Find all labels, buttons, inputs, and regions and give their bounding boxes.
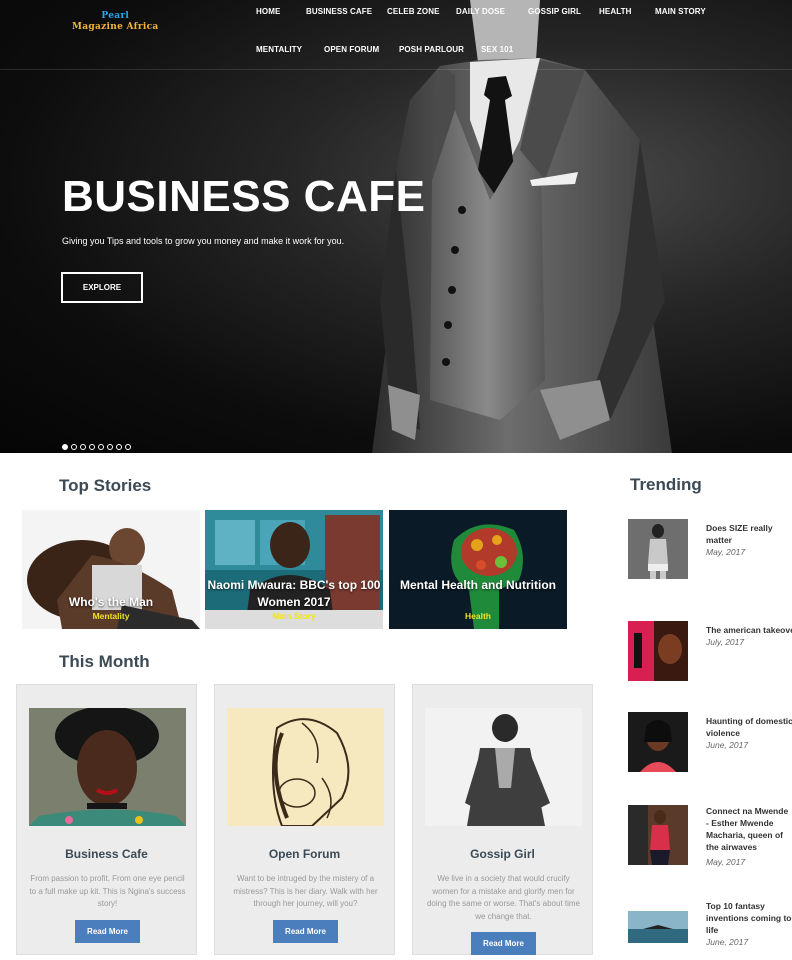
nav-item-open-forum[interactable]: OPEN FORUM xyxy=(324,45,379,54)
trending-title[interactable]: Does SIZE really matter xyxy=(706,522,792,546)
nav-item-mentality[interactable]: MENTALITY xyxy=(256,45,302,54)
logo-line-2: Magazine Africa xyxy=(72,22,159,32)
site-logo[interactable]: Pearl Magazine Africa xyxy=(72,11,159,33)
nav-item-sex-101[interactable]: SEX 101 xyxy=(481,45,513,54)
trending-date: May, 2017 xyxy=(706,547,746,557)
story-title: Mental Health and Nutrition xyxy=(400,578,556,592)
trending-item[interactable]: The american takeover July, 2017 xyxy=(628,621,792,681)
slider-dot[interactable] xyxy=(89,444,95,450)
top-stories-heading: Top Stories xyxy=(59,476,152,495)
hero-subtitle: Giving you Tips and tools to grow you mo… xyxy=(62,236,345,246)
trending-thumbnail xyxy=(628,911,688,943)
story-category: Main Story xyxy=(272,611,316,621)
story-title: Naomi Mwaura: BBC's top 100 Women 2017 xyxy=(207,578,381,609)
trending-date: June, 2017 xyxy=(706,740,749,750)
nav-item-health[interactable]: HEALTH xyxy=(599,7,631,16)
article-image xyxy=(425,708,582,826)
slider-dots xyxy=(62,444,131,450)
trending-date: May, 2017 xyxy=(706,857,746,867)
slider-dot[interactable] xyxy=(116,444,122,450)
trending-title[interactable]: Top 10 fantasy inventions coming to life xyxy=(706,900,792,936)
read-more-button[interactable]: Read More xyxy=(273,920,338,943)
nav-item-gossip-girl[interactable]: GOSSIP GIRL xyxy=(528,7,581,16)
story-card[interactable]: Who's the Man Mentality xyxy=(22,510,200,629)
read-more-button[interactable]: Read More xyxy=(75,920,140,943)
article-image xyxy=(227,708,384,826)
story-title: Who's the Man xyxy=(68,595,154,609)
nav-item-posh-parlour[interactable]: POSH PARLOUR xyxy=(399,45,464,54)
hero-title: BUSINESS CAFE xyxy=(62,172,426,221)
article-description: We live in a society that would crucify … xyxy=(426,874,580,921)
slider-dot[interactable] xyxy=(71,444,77,450)
slider-dot[interactable] xyxy=(125,444,131,450)
trending-thumbnail xyxy=(628,805,688,865)
slider-dot[interactable] xyxy=(62,444,68,450)
trending-item[interactable]: Connect na Mwende - Esther Mwende Machar… xyxy=(628,805,792,867)
explore-button[interactable]: EXPLORE xyxy=(61,272,143,303)
article-card: Business Cafe From passion to profit. Fr… xyxy=(16,684,197,955)
nav-item-business-cafe[interactable]: BUSINESS CAFE xyxy=(306,7,372,16)
trending-thumbnail xyxy=(628,519,688,579)
trending-date: July, 2017 xyxy=(706,637,745,647)
article-description: From passion to profit. From one eye pen… xyxy=(29,874,186,908)
read-more-button[interactable]: Read More xyxy=(471,932,536,955)
article-card: Open Forum Want to be intruged by the mi… xyxy=(214,684,395,955)
nav-item-celeb-zone[interactable]: CELEB ZONE xyxy=(387,7,440,16)
article-image xyxy=(29,708,186,826)
story-category: Health xyxy=(465,611,491,621)
article-description: Want to be intruged by the mistery of a … xyxy=(233,874,378,908)
nav-item-daily-dose[interactable]: DAILY DOSE xyxy=(456,7,505,16)
article-card: Gossip Girl We live in a society that wo… xyxy=(412,684,593,955)
logo-line-1: Pearl xyxy=(101,11,130,21)
trending-title[interactable]: The american takeover xyxy=(706,624,792,636)
trending-item[interactable]: Does SIZE really matter May, 2017 xyxy=(628,519,792,589)
story-card[interactable]: Naomi Mwaura: BBC's top 100 Women 2017 M… xyxy=(205,510,383,629)
trending-heading: Trending xyxy=(630,475,702,494)
trending-title[interactable]: Connect na Mwende - Esther Mwende Machar… xyxy=(706,805,792,853)
slider-dot[interactable] xyxy=(107,444,113,450)
trending-date: June, 2017 xyxy=(706,937,749,947)
nav-item-main-story[interactable]: MAIN STORY xyxy=(655,7,706,16)
nav-item-home[interactable]: HOME xyxy=(256,7,280,16)
story-category: Mentality xyxy=(92,611,130,621)
slider-dot[interactable] xyxy=(80,444,86,450)
article-title[interactable]: Gossip Girl xyxy=(413,847,592,861)
this-month-heading: This Month xyxy=(59,652,150,671)
trending-item[interactable]: Haunting of domestic violence June, 2017 xyxy=(628,712,792,772)
hero-slider: Pearl Magazine Africa HOME BUSINESS CAFE… xyxy=(0,0,792,453)
trending-item[interactable]: Top 10 fantasy inventions coming to life… xyxy=(628,897,792,947)
trending-title[interactable]: Haunting of domestic violence xyxy=(706,715,792,739)
article-title[interactable]: Open Forum xyxy=(215,847,394,861)
article-title[interactable]: Business Cafe xyxy=(17,847,196,861)
slider-dot[interactable] xyxy=(98,444,104,450)
top-navigation-bar: Pearl Magazine Africa HOME BUSINESS CAFE… xyxy=(0,0,792,70)
trending-thumbnail xyxy=(628,712,688,772)
story-card[interactable]: Mental Health and Nutrition Health xyxy=(389,510,567,629)
trending-thumbnail xyxy=(628,621,688,681)
